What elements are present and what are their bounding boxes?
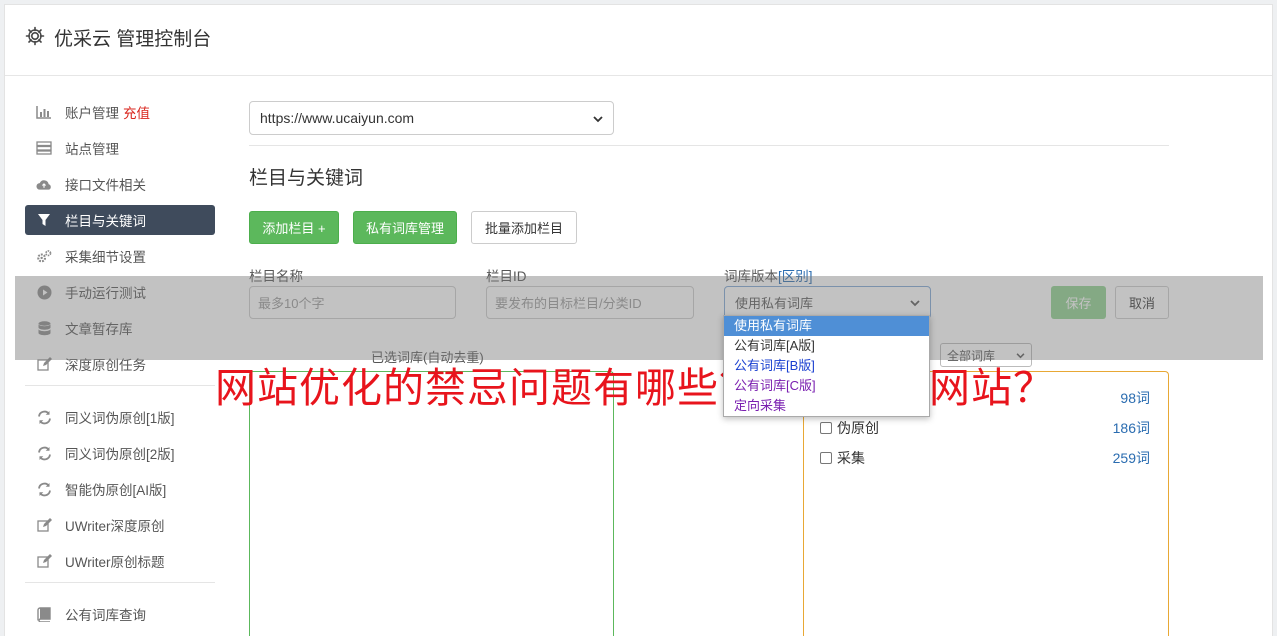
- list-item[interactable]: 采集 259词: [820, 448, 1150, 468]
- chevron-down-icon: [593, 110, 603, 126]
- sidebar-item-ai-rewrite[interactable]: 智能伪原创[AI版]: [25, 474, 215, 504]
- site-select[interactable]: https://www.ucaiyun.com: [249, 101, 614, 135]
- sidebar-item-label: UWriter深度原创: [65, 519, 165, 534]
- section-title: 栏目与关键词: [249, 168, 364, 189]
- sidebar-item-sites[interactable]: 站点管理: [25, 133, 215, 163]
- dropdown-option[interactable]: 定向采集: [724, 396, 929, 416]
- sidebar-item-interface[interactable]: 接口文件相关: [25, 169, 215, 199]
- header: 优采云 管理控制台: [5, 5, 1272, 76]
- refresh-icon: [36, 481, 52, 497]
- cogs-icon: [36, 248, 52, 264]
- sidebar-divider: [25, 385, 215, 386]
- refresh-icon: [36, 409, 52, 425]
- refresh-icon: [36, 445, 52, 461]
- sidebar-item-collect-settings[interactable]: 采集细节设置: [25, 241, 215, 271]
- list-item[interactable]: 伪原创 186词: [820, 418, 1150, 438]
- recharge-link[interactable]: 充值: [123, 102, 150, 122]
- sidebar-item-label: UWriter原创标题: [65, 555, 165, 570]
- private-lib-button[interactable]: 私有词库管理: [353, 211, 457, 244]
- sidebar-item-public-lib[interactable]: 公有词库查询: [25, 599, 215, 629]
- book-icon: [36, 606, 52, 622]
- lib-checkbox[interactable]: [820, 452, 832, 464]
- sidebar-item-synonym-v2[interactable]: 同义词伪原创[2版]: [25, 438, 215, 468]
- version-dropdown-list: 使用私有词库 公有词库[A版] 公有词库[B版] 公有词库[C版] 定向采集: [723, 315, 930, 417]
- edit-icon: [36, 517, 52, 533]
- sidebar-item-label: 智能伪原创[AI版]: [65, 483, 167, 498]
- sidebar-item-columns-keywords[interactable]: 栏目与关键词: [25, 205, 215, 235]
- sidebar-item-uwriter-deep[interactable]: UWriter深度原创: [25, 510, 215, 540]
- sidebar-item-label: 同义词伪原创[1版]: [65, 411, 175, 426]
- filter-icon: [36, 212, 52, 228]
- sidebar-item-label: 站点管理: [65, 142, 119, 157]
- sidebar-item-uwriter-title[interactable]: UWriter原创标题: [25, 546, 215, 576]
- sidebar-item-label: 同义词伪原创[2版]: [65, 447, 175, 462]
- page-title: 优采云 管理控制台: [54, 29, 212, 50]
- divider: [249, 145, 1169, 146]
- sidebar-item-label: 栏目与关键词: [65, 214, 146, 229]
- add-column-button[interactable]: 添加栏目 +: [249, 211, 339, 244]
- lib-count: 186词: [1112, 420, 1150, 436]
- lib-name: 伪原创: [837, 420, 879, 436]
- sidebar-item-label: 接口文件相关: [65, 178, 146, 193]
- lib-name: 采集: [837, 450, 865, 466]
- cloud-upload-icon: [36, 176, 52, 192]
- dropdown-option[interactable]: 公有词库[B版]: [724, 356, 929, 376]
- batch-add-button[interactable]: 批量添加栏目: [471, 211, 577, 244]
- dropdown-option[interactable]: 公有词库[C版]: [724, 376, 929, 396]
- dropdown-option[interactable]: 使用私有词库: [724, 316, 929, 336]
- overlay-band: [15, 276, 1263, 360]
- sidebar-item-synonym-v1[interactable]: 同义词伪原创[1版]: [25, 402, 215, 432]
- sidebar-item-label: 公有词库查询: [65, 608, 146, 623]
- sidebar-divider: [25, 582, 215, 583]
- edit-icon: [36, 553, 52, 569]
- dropdown-option[interactable]: 公有词库[A版]: [724, 336, 929, 356]
- sidebar-item-label: 采集细节设置: [65, 250, 146, 265]
- lib-count: 259词: [1112, 450, 1150, 466]
- site-select-value: https://www.ucaiyun.com: [260, 110, 415, 126]
- sidebar-item-label: 账户管理: [65, 106, 119, 121]
- gear-icon: [25, 26, 45, 46]
- sidebar-item-account[interactable]: 账户管理 充值: [25, 97, 215, 127]
- lib-checkbox[interactable]: [820, 422, 832, 434]
- sidebar: 账户管理 充值 站点管理 接口文件相关 栏目与关键词 采集细节设置 手动运行测试…: [25, 97, 215, 635]
- lib-count: 98词: [1120, 390, 1150, 406]
- bar-chart-icon: [36, 104, 52, 120]
- server-icon: [36, 140, 52, 156]
